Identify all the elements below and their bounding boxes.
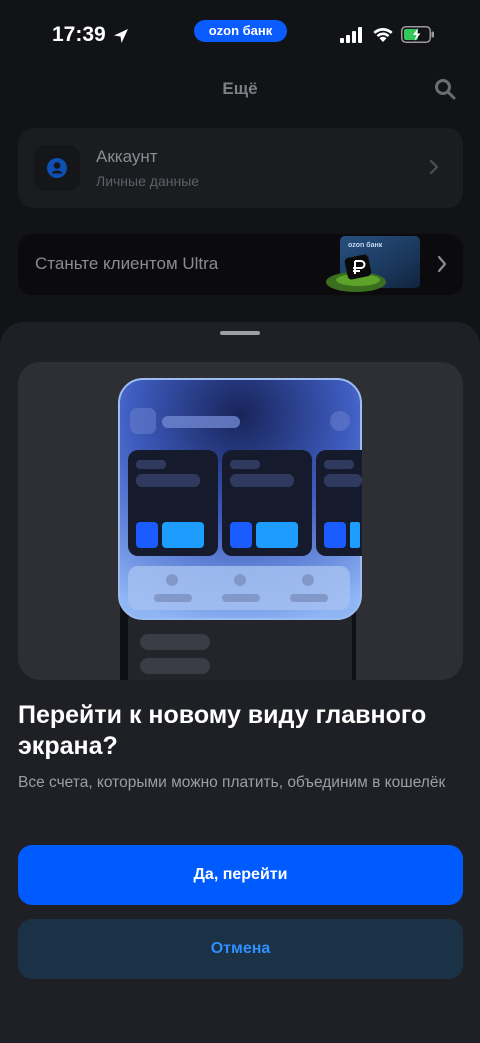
sheet-title: Перейти к новому виду главного экрана? bbox=[18, 701, 427, 760]
chevron-right-icon bbox=[429, 159, 439, 175]
brand-pill: ozon банк bbox=[194, 20, 287, 42]
ultra-banner[interactable]: Станьте клиентом Ultra ozon банк bbox=[18, 234, 463, 295]
sheet-description: Все счета, которыми можно платить, объед… bbox=[18, 774, 446, 791]
background-screen: Ещё Аккаунт Личные данные Станьте клиент… bbox=[0, 66, 480, 346]
bottom-sheet: Перейти к новому виду главного экрана? В… bbox=[0, 322, 480, 1043]
confirm-switch-button[interactable]: Да, перейти bbox=[18, 845, 463, 905]
location-arrow-icon bbox=[114, 29, 128, 43]
preview-illustration bbox=[18, 362, 463, 680]
account-subtitle: Личные данные bbox=[96, 173, 200, 189]
cellular-signal-icon bbox=[340, 27, 362, 43]
cancel-button[interactable]: Отмена bbox=[18, 919, 463, 979]
search-icon[interactable] bbox=[434, 78, 456, 100]
status-time: 17:39 bbox=[52, 23, 106, 46]
wifi-icon bbox=[373, 27, 393, 42]
account-card[interactable]: Аккаунт Личные данные bbox=[18, 128, 463, 208]
user-icon bbox=[47, 158, 67, 178]
sheet-grabber[interactable] bbox=[220, 331, 260, 335]
chevron-right-icon bbox=[437, 255, 447, 273]
home-screen-preview-image bbox=[118, 378, 362, 680]
status-bar: 17:39 ozon банк bbox=[0, 0, 480, 66]
ultra-banner-text: Станьте клиентом Ultra bbox=[35, 254, 219, 273]
ultra-card-brand: ozon банк bbox=[348, 242, 383, 249]
account-avatar bbox=[34, 145, 80, 191]
battery-charging-icon bbox=[401, 26, 434, 43]
account-title: Аккаунт bbox=[96, 147, 158, 166]
page-title: Ещё bbox=[222, 79, 258, 98]
